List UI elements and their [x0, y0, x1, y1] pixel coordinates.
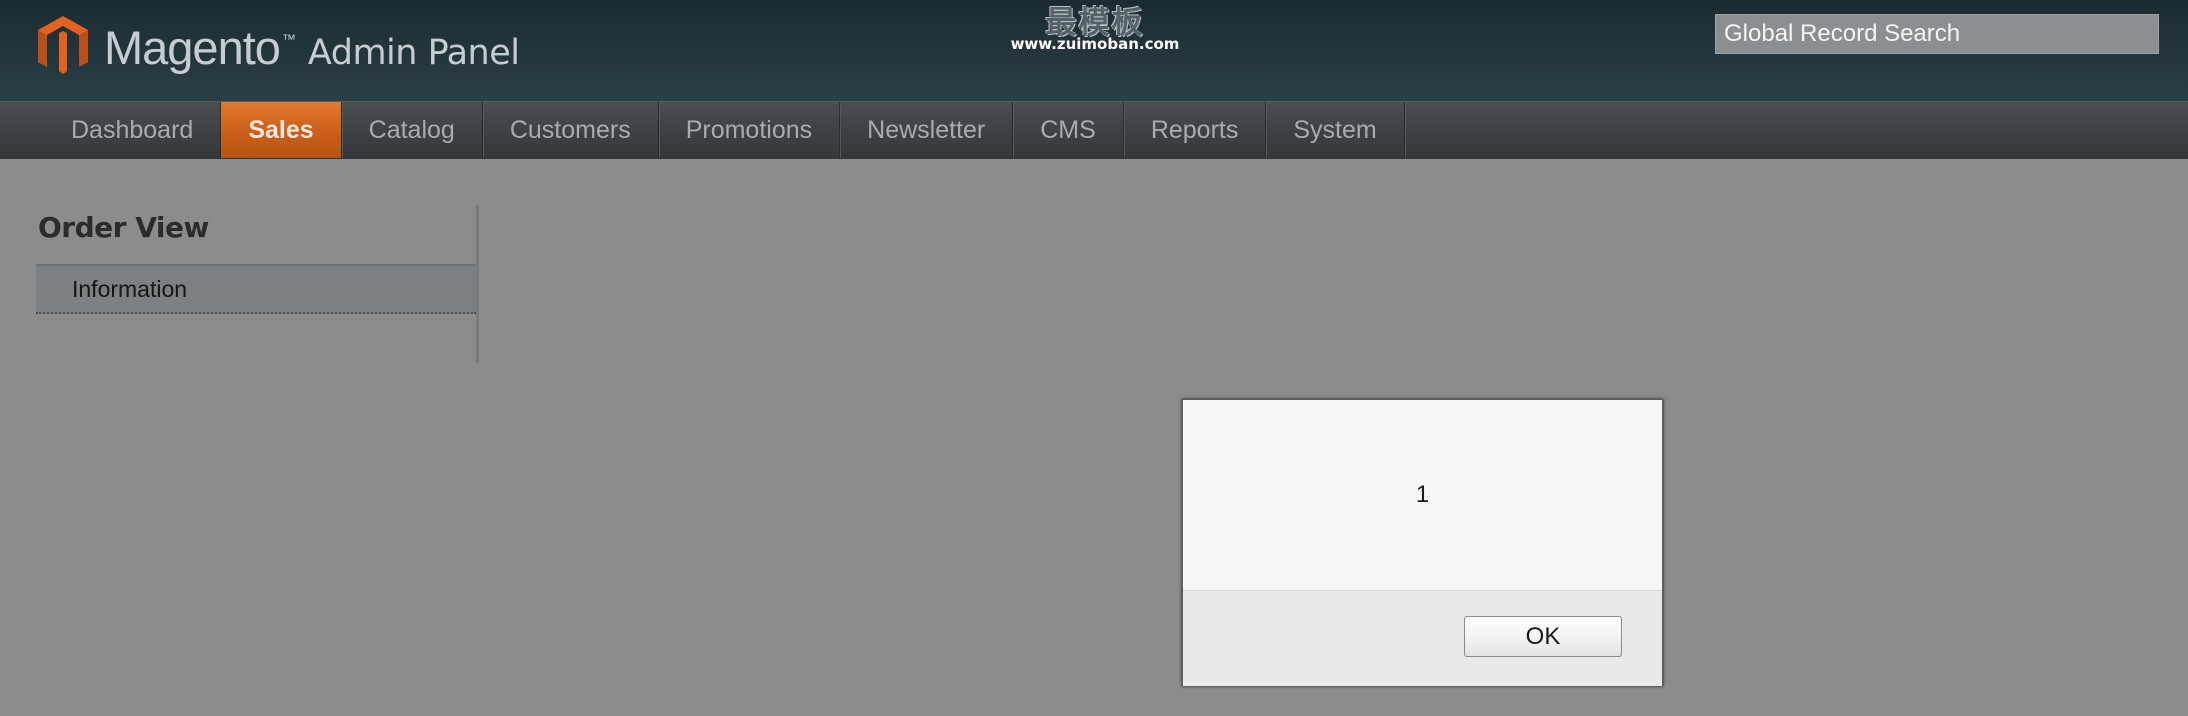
order-view-sidebar: Order View Information: [36, 205, 479, 363]
sidebar-item-label: Information: [72, 275, 188, 302]
nav-item-catalog[interactable]: Catalog: [342, 102, 483, 158]
main-nav: Dashboard Sales Catalog Customers Promot…: [0, 101, 2188, 159]
alert-dialog: 1 OK: [1181, 398, 1664, 687]
global-record-search-input[interactable]: [1715, 14, 2159, 54]
watermark-url: www.zuimoban.com: [1010, 35, 1180, 53]
sidebar-item-information[interactable]: Information: [36, 264, 476, 314]
nav-item-dashboard[interactable]: Dashboard: [44, 102, 222, 158]
alert-message: 1: [1415, 481, 1430, 508]
nav-item-promotions[interactable]: Promotions: [659, 102, 841, 158]
alert-footer: OK: [1183, 590, 1662, 686]
ok-button[interactable]: OK: [1464, 616, 1622, 657]
admin-header: Magento ™ Admin Panel 最模板 www.zuimoban.c…: [0, 0, 2188, 101]
nav-item-sales[interactable]: Sales: [221, 102, 342, 158]
brand-wordmark: Magento ™ Admin Panel: [104, 20, 520, 74]
nav-item-reports[interactable]: Reports: [1124, 102, 1267, 158]
watermark: 最模板 www.zuimoban.com: [1010, 6, 1180, 52]
brand-product: Admin Panel: [307, 33, 520, 73]
sidebar-title: Order View: [38, 211, 209, 244]
brand-name: Magento: [104, 21, 281, 74]
nav-item-newsletter[interactable]: Newsletter: [840, 102, 1014, 158]
magento-logo-icon: [38, 16, 88, 74]
alert-message-area: 1: [1183, 400, 1662, 590]
nav-item-system[interactable]: System: [1266, 102, 1405, 158]
nav-item-cms[interactable]: CMS: [1013, 102, 1124, 158]
nav-item-customers[interactable]: Customers: [483, 102, 659, 158]
brand-trademark: ™: [281, 31, 296, 47]
